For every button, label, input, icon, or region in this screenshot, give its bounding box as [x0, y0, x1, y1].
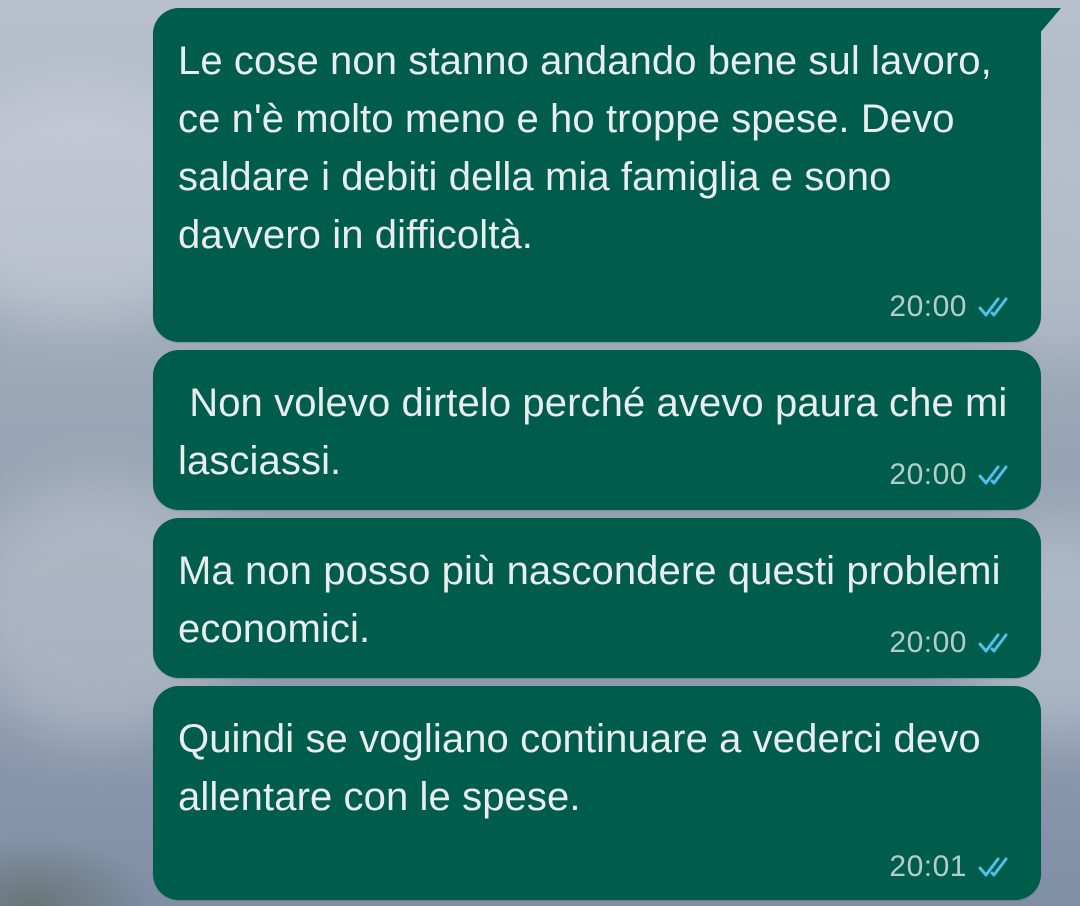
- message-time: 20:01: [889, 850, 967, 883]
- message-time: 20:00: [889, 290, 967, 323]
- outgoing-message-bubble[interactable]: Quindi se vogliano continuare a vederci …: [153, 686, 1041, 900]
- message-meta: 20:00: [889, 290, 1017, 324]
- message-text: Quindi se vogliano continuare a vederci …: [178, 717, 992, 819]
- chat-message-list[interactable]: Le cose non stanno andando bene sul lavo…: [0, 0, 1080, 906]
- message-time: 20:00: [889, 626, 967, 659]
- double-check-read-icon: [978, 633, 1008, 653]
- message-meta: 20:00: [889, 458, 1017, 492]
- outgoing-message-bubble[interactable]: Ma non posso più nascondere questi probl…: [153, 518, 1041, 678]
- message-text: Le cose non stanno andando bene sul lavo…: [178, 39, 1004, 257]
- bubble-tail: [1039, 8, 1061, 34]
- message-meta: 20:01: [889, 850, 1017, 884]
- double-check-read-icon: [978, 857, 1008, 877]
- double-check-read-icon: [978, 297, 1008, 317]
- message-meta: 20:00: [889, 626, 1017, 660]
- message-time: 20:00: [889, 458, 967, 491]
- double-check-read-icon: [978, 465, 1008, 485]
- outgoing-message-bubble[interactable]: Le cose non stanno andando bene sul lavo…: [153, 8, 1061, 342]
- outgoing-message-bubble[interactable]: Non volevo dirtelo perché avevo paura ch…: [153, 350, 1041, 510]
